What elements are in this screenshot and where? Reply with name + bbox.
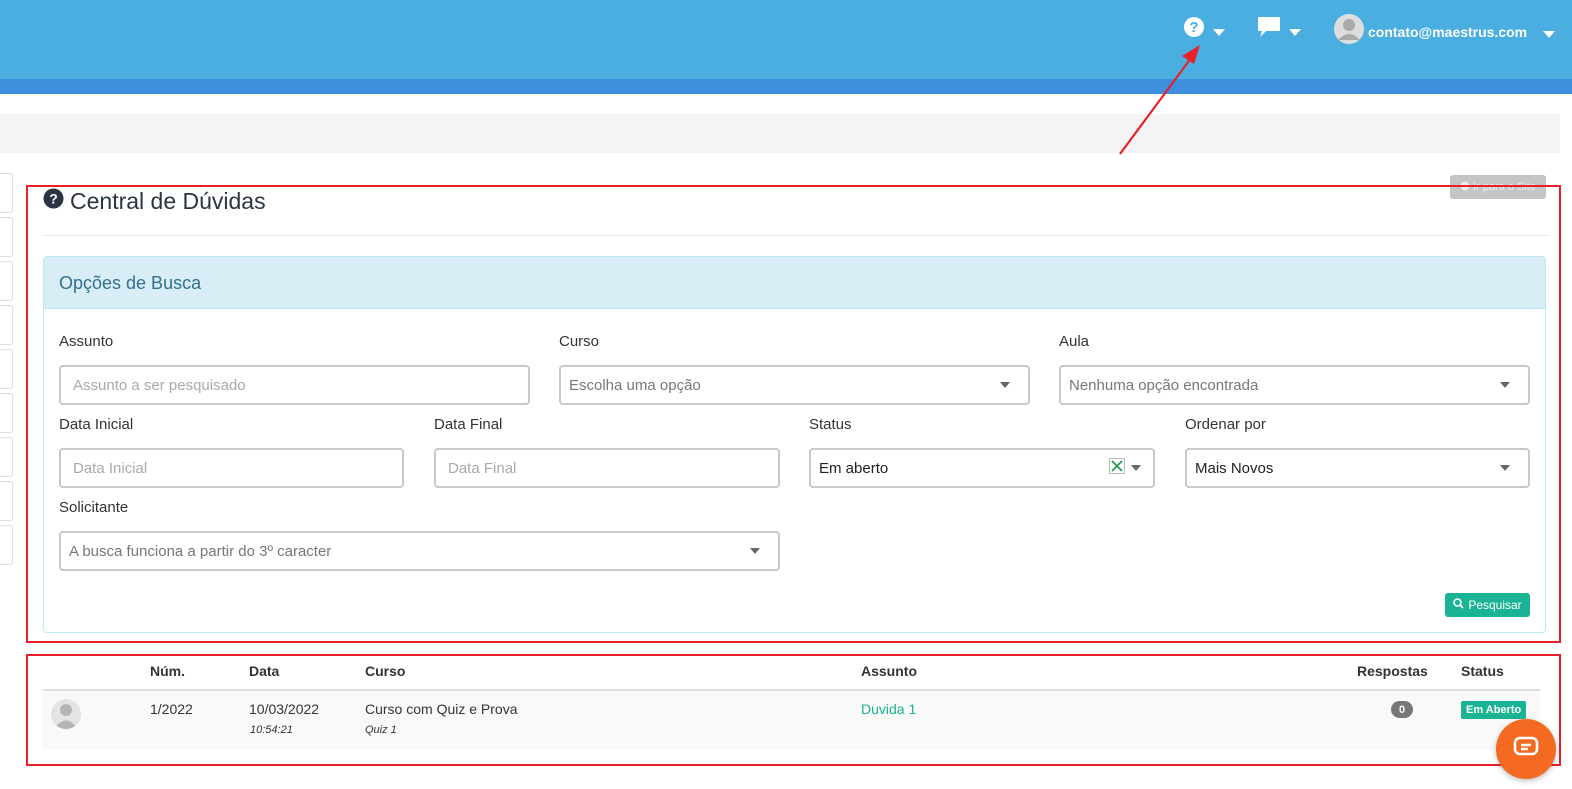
ordenar-label: Ordenar por — [1185, 416, 1266, 433]
search-icon — [1453, 598, 1464, 612]
annotation-arrow-icon — [1119, 45, 1200, 155]
panel-heading: Opções de Busca — [44, 257, 1545, 309]
comment-icon — [1257, 16, 1281, 43]
aula-label: Aula — [1059, 333, 1090, 350]
header-respostas[interactable]: Respostas — [1357, 663, 1428, 679]
chevron-down-icon — [1543, 31, 1556, 38]
header-curso[interactable]: Curso — [365, 663, 405, 679]
row-date: 10/03/2022 — [249, 701, 320, 717]
ordenar-select[interactable]: Mais Novos — [1185, 448, 1530, 488]
svg-text:?: ? — [1189, 19, 1198, 36]
row-time: 10:54:21 — [250, 724, 293, 736]
clear-icon[interactable] — [1109, 458, 1125, 478]
search-button[interactable]: Pesquisar — [1445, 593, 1530, 617]
title-divider — [43, 235, 1548, 236]
chat-icon — [1513, 736, 1539, 763]
go-to-site-button[interactable]: Ir para o Site — [1450, 175, 1546, 199]
chevron-down-icon — [1289, 29, 1301, 36]
question-circle-icon: ? — [43, 188, 64, 215]
side-tab[interactable] — [0, 261, 13, 301]
data-final-input[interactable] — [434, 448, 780, 488]
data-final-label: Data Final — [434, 416, 503, 433]
chevron-down-icon — [1000, 382, 1010, 388]
side-tab[interactable] — [0, 349, 13, 389]
avatar — [51, 699, 81, 729]
status-select[interactable]: Em aberto — [809, 448, 1155, 488]
chevron-down-icon — [750, 548, 760, 554]
messages-menu[interactable] — [1257, 16, 1301, 43]
chevron-down-icon — [1131, 465, 1141, 471]
help-menu[interactable]: ? — [1183, 16, 1225, 43]
question-circle-icon: ? — [1183, 16, 1205, 43]
data-inicial-label: Data Inicial — [59, 416, 134, 433]
header-status[interactable]: Status — [1461, 663, 1504, 679]
chat-widget-button[interactable] — [1496, 719, 1556, 779]
side-tab[interactable] — [0, 437, 13, 477]
page-title-text: Central de Dúvidas — [70, 188, 266, 214]
status-label: Status — [809, 416, 852, 433]
side-tab[interactable] — [0, 393, 13, 433]
user-email: contato@maestrus.com — [1368, 23, 1528, 40]
answers-count-badge: 0 — [1391, 701, 1413, 718]
globe-icon — [1460, 181, 1470, 194]
header-data[interactable]: Data — [249, 663, 279, 679]
side-tab[interactable] — [0, 217, 13, 257]
side-tab[interactable] — [0, 173, 13, 213]
row-subject-link[interactable]: Duvida 1 — [861, 701, 916, 717]
search-options-panel: Opções de Busca — [43, 256, 1546, 633]
aula-select[interactable]: Nenhuma opção encontrada — [1059, 365, 1530, 405]
row-num: 1/2022 — [150, 701, 193, 717]
solicitante-label: Solicitante — [59, 499, 129, 516]
ordenar-select-value: Mais Novos — [1195, 459, 1274, 477]
navbar-stripe — [0, 79, 1572, 94]
table-row[interactable] — [43, 691, 1540, 750]
search-button-label: Pesquisar — [1468, 598, 1522, 612]
solicitante-select[interactable]: A busca funciona a partir do 3º caracter — [59, 531, 780, 571]
side-tab[interactable] — [0, 481, 13, 521]
header-num[interactable]: Núm. — [150, 663, 185, 679]
chevron-down-icon — [1500, 465, 1510, 471]
curso-select-value: Escolha uma opção — [569, 376, 701, 394]
go-to-site-label: Ir para o Site — [1473, 181, 1536, 193]
header-assunto[interactable]: Assunto — [861, 663, 917, 679]
assunto-input[interactable] — [59, 365, 530, 405]
status-select-value: Em aberto — [819, 459, 889, 477]
row-lesson: Quiz 1 — [365, 724, 397, 736]
status-badge: Em Aberto — [1461, 701, 1527, 719]
assunto-label: Assunto — [59, 333, 114, 350]
user-avatar-icon — [1334, 14, 1364, 49]
side-tab[interactable] — [0, 305, 13, 345]
breadcrumb-bar — [0, 114, 1560, 153]
svg-text:?: ? — [49, 191, 58, 207]
data-inicial-input[interactable] — [59, 448, 404, 488]
row-course: Curso com Quiz e Prova — [365, 701, 518, 717]
user-menu[interactable]: contato@maestrus.com — [1334, 14, 1556, 49]
page-title: ? Central de Dúvidas — [43, 188, 266, 215]
chevron-down-icon — [1500, 382, 1510, 388]
curso-label: Curso — [559, 333, 600, 350]
side-tab[interactable] — [0, 525, 13, 565]
solicitante-select-value: A busca funciona a partir do 3º caracter — [69, 542, 332, 560]
chevron-down-icon — [1213, 29, 1225, 36]
curso-select[interactable]: Escolha uma opção — [559, 365, 1030, 405]
aula-select-value: Nenhuma opção encontrada — [1069, 376, 1259, 394]
left-side-tabs — [0, 173, 13, 569]
